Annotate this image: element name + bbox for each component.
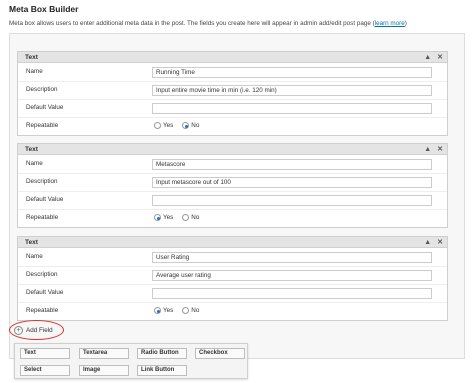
field-box-1: Text ▲ ✕ Name Running Time Description I… (17, 51, 448, 136)
radio-button-selected[interactable] (154, 214, 161, 221)
field-type-label: Text (25, 54, 38, 61)
field-type-checkbox-button[interactable]: Checkbox (195, 348, 245, 359)
add-field-button[interactable]: + Add Field (14, 326, 53, 335)
description-row: Description Input metascore out of 100 (18, 174, 447, 192)
description-label: Description (26, 86, 58, 93)
repeatable-no[interactable]: No (182, 122, 199, 129)
radio-button[interactable] (154, 122, 161, 129)
chevron-up-icon[interactable]: ▲ (424, 144, 431, 155)
repeatable-row: Repeatable Yes No (18, 118, 447, 136)
page-title: Meta Box Builder (9, 4, 79, 14)
description-row: Description Input entire movie time in m… (18, 82, 447, 100)
default-value-label: Default Value (26, 289, 64, 296)
default-value-row: Default Value (18, 100, 447, 118)
repeatable-no[interactable]: No (182, 214, 199, 221)
description-label: Description (26, 271, 58, 278)
plus-circle-icon: + (14, 326, 23, 335)
description-input[interactable]: Input entire movie time in min (i.e. 120… (152, 85, 432, 96)
default-value-row: Default Value (18, 285, 447, 303)
default-value-label: Default Value (26, 104, 64, 111)
page-description: Meta box allows users to enter additiona… (9, 20, 407, 27)
field-type-palette: Text Textarea Radio Button Checkbox Sele… (14, 343, 248, 379)
chevron-up-icon[interactable]: ▲ (424, 52, 431, 63)
name-label: Name (26, 253, 43, 260)
close-icon[interactable]: ✕ (437, 144, 443, 155)
description-input[interactable]: Input metascore out of 100 (152, 177, 432, 188)
close-icon[interactable]: ✕ (437, 237, 443, 248)
repeatable-row: Repeatable Yes No (18, 303, 447, 321)
default-value-label: Default Value (26, 196, 64, 203)
name-label: Name (26, 68, 43, 75)
repeatable-label: Repeatable (26, 122, 59, 129)
default-value-input[interactable] (152, 288, 432, 299)
default-value-row: Default Value (18, 192, 447, 210)
field-type-radio-button[interactable]: Radio Button (137, 348, 187, 359)
field-type-textarea-button[interactable]: Textarea (79, 348, 129, 359)
repeatable-yes[interactable]: Yes (154, 307, 173, 314)
name-row: Name Metascore (18, 156, 447, 174)
radio-button-selected[interactable] (154, 307, 161, 314)
field-box-header[interactable]: Text ▲ ✕ (18, 52, 447, 63)
field-type-label: Text (25, 239, 38, 246)
field-type-text-button[interactable]: Text (20, 348, 70, 359)
repeatable-row: Repeatable Yes No (18, 210, 447, 228)
name-row: Name Running Time (18, 64, 447, 82)
name-input[interactable]: Running Time (152, 67, 432, 78)
field-type-image-button[interactable]: Image (79, 365, 129, 376)
radio-button-selected[interactable] (182, 122, 190, 129)
chevron-up-icon[interactable]: ▲ (424, 237, 431, 248)
repeatable-yes[interactable]: Yes (154, 214, 173, 221)
field-box-header[interactable]: Text ▲ ✕ (18, 237, 447, 248)
radio-button[interactable] (182, 214, 190, 221)
name-label: Name (26, 160, 43, 167)
field-box-2: Text ▲ ✕ Name Metascore Description Inpu… (17, 143, 448, 228)
description-row: Description Average user rating (18, 267, 447, 285)
default-value-input[interactable] (152, 195, 432, 206)
field-type-label: Text (25, 146, 38, 153)
repeatable-label: Repeatable (26, 214, 59, 221)
default-value-input[interactable] (152, 103, 432, 114)
name-row: Name User Rating (18, 249, 447, 267)
close-icon[interactable]: ✕ (437, 52, 443, 63)
repeatable-yes[interactable]: Yes (154, 122, 173, 129)
name-input[interactable]: Metascore (152, 159, 432, 170)
learn-more-link[interactable]: learn more (375, 20, 405, 27)
field-box-3: Text ▲ ✕ Name User Rating Description Av… (17, 236, 448, 321)
add-field-label: Add Field (26, 327, 53, 334)
field-box-header[interactable]: Text ▲ ✕ (18, 144, 447, 155)
description-label: Description (26, 178, 58, 185)
radio-button[interactable] (182, 307, 190, 314)
description-input[interactable]: Average user rating (152, 270, 432, 281)
repeatable-label: Repeatable (26, 307, 59, 314)
field-type-select-button[interactable]: Select (20, 365, 70, 376)
field-type-link-button[interactable]: Link Button (137, 365, 187, 376)
repeatable-no[interactable]: No (182, 307, 199, 314)
name-input[interactable]: User Rating (152, 252, 432, 263)
